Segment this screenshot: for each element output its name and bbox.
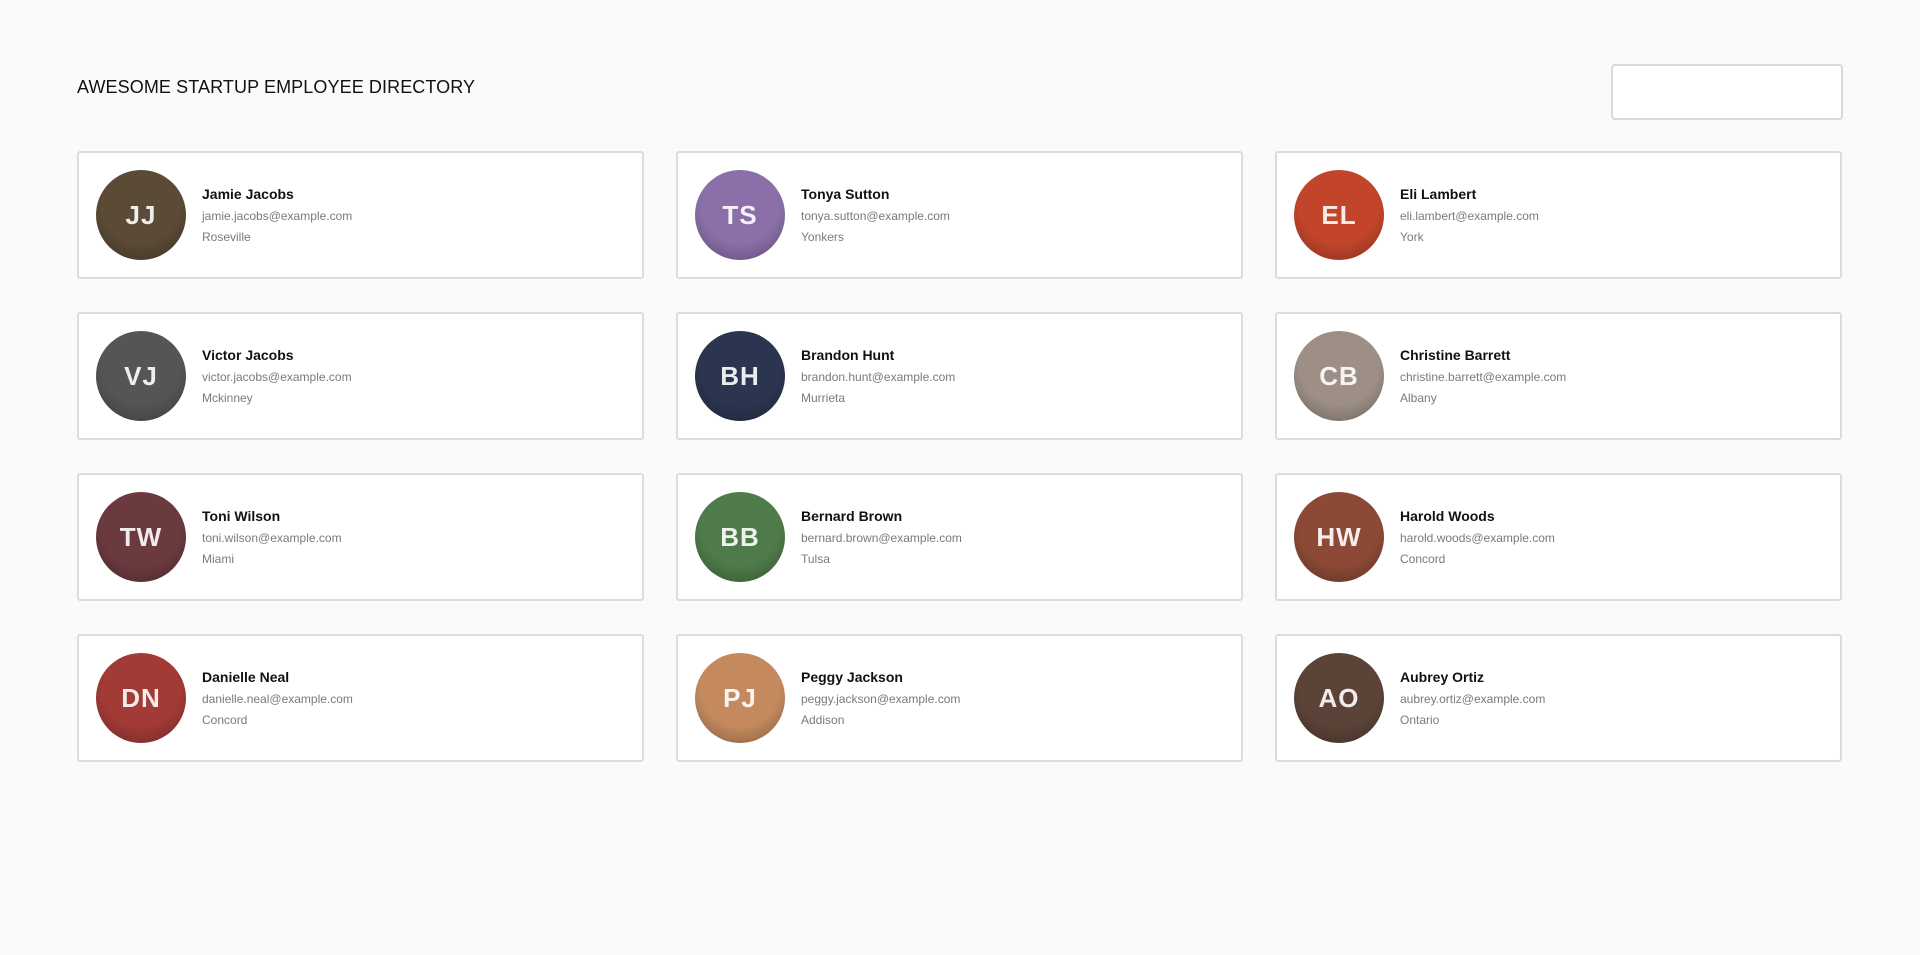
employee-card[interactable]: PJ Peggy Jackson peggy.jackson@example.c…: [676, 634, 1243, 762]
employee-card[interactable]: TW Toni Wilson toni.wilson@example.com M…: [77, 473, 644, 601]
search-input[interactable]: [1611, 64, 1843, 120]
employee-info: Peggy Jackson peggy.jackson@example.com …: [801, 669, 960, 727]
avatar: CB: [1294, 331, 1384, 421]
employee-info: Harold Woods harold.woods@example.com Co…: [1400, 508, 1555, 566]
employee-card[interactable]: HW Harold Woods harold.woods@example.com…: [1275, 473, 1842, 601]
directory-page: AWESOME STARTUP EMPLOYEE DIRECTORY JJ Ja…: [0, 0, 1920, 955]
avatar: TS: [695, 170, 785, 260]
avatar-initials: AO: [1318, 682, 1360, 713]
employee-name: Eli Lambert: [1400, 186, 1477, 202]
employee-email: peggy.jackson@example.com: [801, 692, 961, 706]
employee-card[interactable]: EL Eli Lambert eli.lambert@example.com Y…: [1275, 151, 1842, 279]
avatar: HW: [1294, 492, 1384, 582]
avatar-initials: JJ: [125, 199, 157, 230]
employee-email: victor.jacobs@example.com: [202, 370, 352, 384]
avatar: PJ: [695, 653, 785, 743]
employee-city: Murrieta: [801, 391, 846, 405]
employee-info: Christine Barrett christine.barrett@exam…: [1400, 347, 1566, 405]
employee-info: Eli Lambert eli.lambert@example.com York: [1400, 186, 1539, 244]
employee-email: harold.woods@example.com: [1400, 531, 1555, 545]
employee-email: jamie.jacobs@example.com: [202, 209, 353, 223]
page-title: AWESOME STARTUP EMPLOYEE DIRECTORY: [77, 76, 476, 97]
avatar: DN: [96, 653, 186, 743]
employee-card[interactable]: CB Christine Barrett christine.barrett@e…: [1275, 312, 1842, 440]
employee-card[interactable]: VJ Victor Jacobs victor.jacobs@example.c…: [77, 312, 644, 440]
employee-name: Christine Barrett: [1400, 347, 1511, 363]
employee-city: Ontario: [1400, 713, 1440, 727]
avatar: AO: [1294, 653, 1384, 743]
employee-grid: JJ Jamie Jacobs jamie.jacobs@example.com…: [77, 151, 1843, 762]
employee-name: Brandon Hunt: [801, 347, 895, 363]
employee-name: Jamie Jacobs: [202, 186, 294, 202]
employee-info: Jamie Jacobs jamie.jacobs@example.com Ro…: [202, 186, 352, 244]
avatar-initials: PJ: [723, 682, 757, 713]
avatar: VJ: [96, 331, 186, 421]
employee-card[interactable]: DN Danielle Neal danielle.neal@example.c…: [77, 634, 644, 762]
employee-name: Bernard Brown: [801, 508, 903, 524]
employee-info: Danielle Neal danielle.neal@example.com …: [202, 669, 353, 727]
employee-email: bernard.brown@example.com: [801, 531, 962, 545]
avatar-initials: DN: [121, 682, 161, 713]
employee-card[interactable]: BH Brandon Hunt brandon.hunt@example.com…: [676, 312, 1243, 440]
employee-name: Peggy Jackson: [801, 669, 903, 685]
avatar-initials: HW: [1316, 521, 1362, 552]
avatar-initials: CB: [1319, 360, 1359, 391]
employee-city: Albany: [1400, 391, 1437, 405]
avatar-initials: TW: [119, 521, 163, 552]
avatar-initials: BH: [720, 360, 760, 391]
employee-email: toni.wilson@example.com: [202, 531, 342, 545]
employee-name: Tonya Sutton: [801, 186, 890, 202]
employee-city: Concord: [202, 713, 248, 727]
employee-email: brandon.hunt@example.com: [801, 370, 956, 384]
employee-city: Yonkers: [801, 230, 844, 244]
employee-city: York: [1400, 230, 1424, 244]
avatar: BH: [695, 331, 785, 421]
employee-name: Danielle Neal: [202, 669, 290, 685]
avatar: BB: [695, 492, 785, 582]
employee-info: Tonya Sutton tonya.sutton@example.com Yo…: [801, 186, 950, 244]
employee-card[interactable]: TS Tonya Sutton tonya.sutton@example.com…: [676, 151, 1243, 279]
employee-card[interactable]: AO Aubrey Ortiz aubrey.ortiz@example.com…: [1275, 634, 1842, 762]
employee-info: Brandon Hunt brandon.hunt@example.com Mu…: [801, 347, 955, 405]
employee-city: Tulsa: [801, 552, 830, 566]
employee-city: Addison: [801, 713, 845, 727]
employee-email: christine.barrett@example.com: [1400, 370, 1567, 384]
avatar-initials: TS: [722, 199, 758, 230]
header: AWESOME STARTUP EMPLOYEE DIRECTORY: [77, 64, 1843, 120]
employee-name: Toni Wilson: [202, 508, 281, 524]
employee-city: Roseville: [202, 230, 251, 244]
employee-email: aubrey.ortiz@example.com: [1400, 692, 1546, 706]
avatar-initials: VJ: [124, 360, 158, 391]
employee-city: Miami: [202, 552, 234, 566]
employee-info: Aubrey Ortiz aubrey.ortiz@example.com On…: [1400, 669, 1545, 727]
employee-info: Toni Wilson toni.wilson@example.com Miam…: [202, 508, 342, 566]
avatar: EL: [1294, 170, 1384, 260]
employee-name: Victor Jacobs: [202, 347, 294, 363]
avatar-initials: EL: [1321, 199, 1357, 230]
employee-info: Victor Jacobs victor.jacobs@example.com …: [202, 347, 352, 405]
avatar: JJ: [96, 170, 186, 260]
employee-card[interactable]: BB Bernard Brown bernard.brown@example.c…: [676, 473, 1243, 601]
employee-card[interactable]: JJ Jamie Jacobs jamie.jacobs@example.com…: [77, 151, 644, 279]
employee-email: eli.lambert@example.com: [1400, 209, 1539, 223]
employee-city: Concord: [1400, 552, 1446, 566]
employee-email: danielle.neal@example.com: [202, 692, 353, 706]
employee-name: Aubrey Ortiz: [1400, 669, 1485, 685]
employee-name: Harold Woods: [1400, 508, 1495, 524]
employee-city: Mckinney: [202, 391, 253, 405]
avatar-initials: BB: [720, 521, 760, 552]
employee-email: tonya.sutton@example.com: [801, 209, 950, 223]
employee-info: Bernard Brown bernard.brown@example.com …: [801, 508, 962, 566]
avatar: TW: [96, 492, 186, 582]
